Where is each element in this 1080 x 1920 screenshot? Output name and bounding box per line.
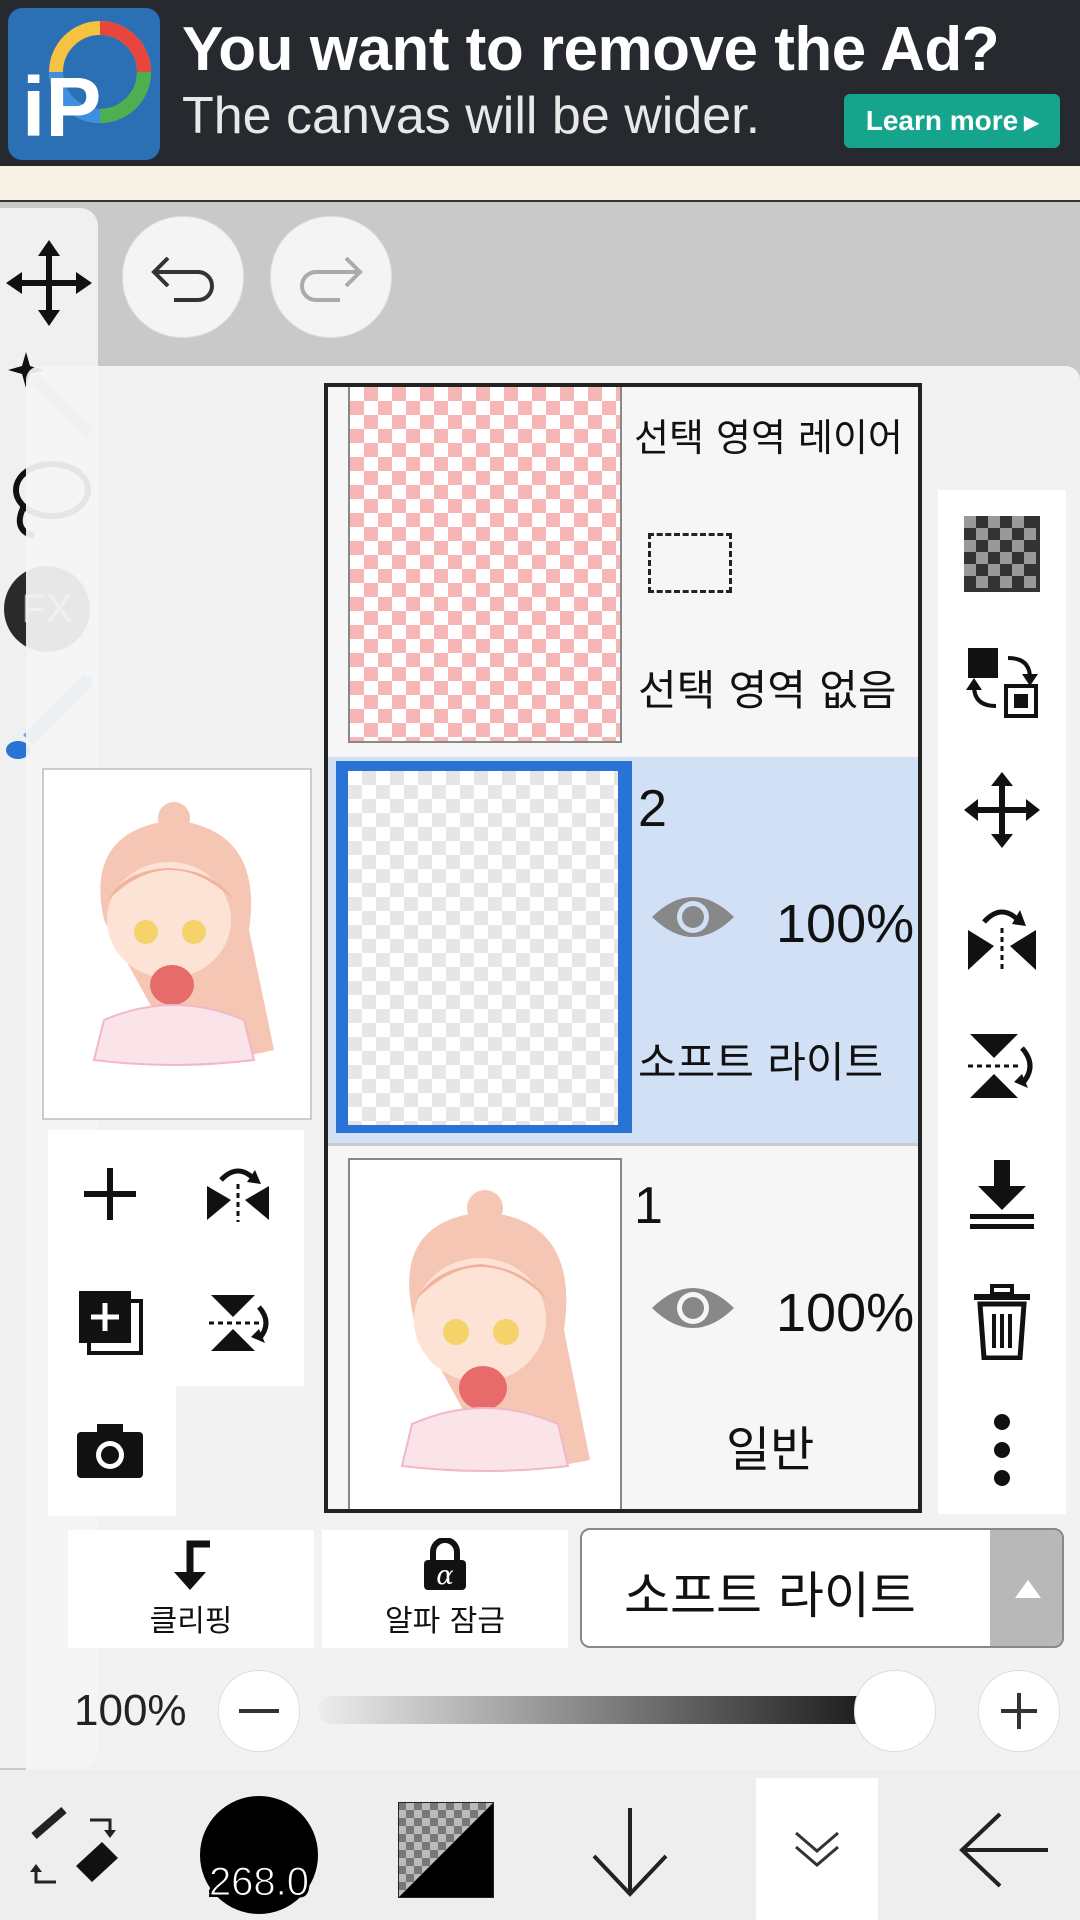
learn-more-label: Learn more — [865, 105, 1019, 136]
swap-layers-icon — [966, 648, 1038, 718]
selection-layer-thumbnail — [348, 387, 622, 743]
clipping-button[interactable]: 클리핑 — [68, 1530, 314, 1648]
canvas-preview[interactable] — [42, 768, 312, 1120]
ad-title: You want to remove the Ad? — [182, 15, 1000, 84]
arrow-left-icon — [959, 1812, 1048, 1888]
flip-vertical-button[interactable] — [178, 1262, 298, 1382]
opacity-slider-knob[interactable] — [854, 1670, 936, 1752]
trash-icon — [974, 1284, 1030, 1360]
artwork-thumbnail-icon — [400, 1190, 590, 1472]
layer-2-visibility-eye-icon[interactable] — [648, 887, 738, 952]
undo-icon — [151, 256, 214, 302]
double-chevron-down-icon — [795, 1831, 839, 1867]
brush-eraser-swap-button[interactable] — [26, 1806, 122, 1901]
color-picker-button[interactable] — [397, 1801, 495, 1903]
ad-divider-strip — [0, 166, 1080, 202]
alpha-lock-button[interactable]: α 알파 잠금 — [322, 1530, 568, 1648]
merge-down-button[interactable] — [962, 1154, 1042, 1234]
brush-size-value: 268.0 — [208, 1860, 310, 1905]
selection-layer-row[interactable]: 선택 영역 레이어 선택 영역 없음 — [328, 387, 918, 760]
add-layer-button[interactable] — [50, 1134, 170, 1254]
move-icon — [964, 772, 1040, 848]
layer-list[interactable]: 선택 영역 레이어 선택 영역 없음 2 100% 소프트 라이트 1 100%… — [324, 383, 922, 1513]
selection-status: 선택 영역 없음 — [638, 666, 897, 715]
svg-text:iP: iP — [22, 60, 101, 154]
back-button[interactable] — [956, 1810, 1052, 1895]
undo-button[interactable] — [122, 216, 244, 338]
bottom-toolbar: 268.0 — [0, 1770, 1080, 1920]
layer-1-visibility-eye-icon[interactable] — [648, 1278, 738, 1343]
ibispaint-logo-icon: iP — [8, 8, 160, 160]
layer-1-thumbnail — [348, 1158, 622, 1509]
alpha-lock-icon: α — [424, 1538, 466, 1591]
flip-vertical-icon — [968, 1034, 1033, 1098]
plus-icon — [1001, 1693, 1037, 1729]
svg-text:α: α — [436, 1561, 454, 1591]
ad-banner[interactable]: iP You want to remove the Ad? The canvas… — [0, 0, 1080, 166]
flip-horizontal-button[interactable] — [178, 1134, 298, 1254]
blend-mode-select[interactable]: 소프트 라이트 — [580, 1528, 1064, 1648]
transparent-fill-button[interactable] — [962, 514, 1042, 594]
layer-2-blend-mode: 소프트 라이트 — [638, 1038, 884, 1087]
opacity-slider-track[interactable] — [318, 1696, 894, 1724]
opacity-decrease-button[interactable] — [218, 1670, 300, 1752]
flip-horizontal-icon — [968, 909, 1036, 972]
artwork-thumbnail-icon — [44, 770, 306, 1114]
import-photo-button[interactable] — [50, 1390, 170, 1510]
selection-rectangle-icon — [648, 533, 732, 593]
flip-layer-vertical-button[interactable] — [962, 1026, 1042, 1106]
layer-row-1[interactable]: 1 100% 일반 — [328, 1143, 918, 1509]
arrow-down-icon — [592, 1808, 668, 1897]
minus-icon — [239, 1709, 279, 1713]
ad-subtitle: The canvas will be wider. — [182, 87, 761, 145]
add-copy-icon — [79, 1291, 143, 1355]
move-layer-button[interactable] — [962, 770, 1042, 850]
learn-more-button[interactable]: Learn more ▸ — [844, 94, 1060, 148]
plus-icon — [84, 1168, 136, 1220]
camera-icon — [77, 1424, 143, 1478]
layer-panel-toggle-button[interactable] — [756, 1778, 878, 1920]
selection-layer-name: 선택 영역 레이어 — [634, 416, 903, 460]
layer-2-opacity: 100% — [776, 894, 915, 954]
checkerboard-icon — [964, 516, 1040, 592]
flip-layer-horizontal-button[interactable] — [962, 898, 1042, 978]
opacity-value: 100% — [74, 1686, 187, 1735]
merge-down-icon — [970, 1160, 1034, 1229]
layer-down-button[interactable] — [588, 1804, 672, 1905]
chevron-right-icon: ▸ — [1024, 105, 1039, 137]
triangle-up-icon — [1015, 1580, 1041, 1598]
layer-2-thumbnail — [348, 771, 618, 1125]
redo-button[interactable] — [270, 216, 392, 338]
layer-1-opacity: 100% — [776, 1283, 915, 1343]
alpha-lock-label: 알파 잠금 — [385, 1604, 505, 1639]
brush-eraser-swap-icon — [30, 1806, 118, 1884]
swap-layer-button[interactable] — [962, 642, 1042, 722]
color-swatch-icon — [397, 1801, 495, 1899]
flip-vertical-icon — [209, 1295, 269, 1351]
layer-2-number: 2 — [638, 780, 667, 838]
layer-tools-bar — [938, 490, 1066, 1514]
opacity-increase-button[interactable] — [978, 1670, 1060, 1752]
more-options-button[interactable] — [962, 1410, 1042, 1490]
layer-row-2[interactable]: 2 100% 소프트 라이트 — [328, 757, 918, 1143]
layer-1-blend-mode: 일반 — [726, 1422, 815, 1478]
redo-icon — [300, 256, 363, 302]
blend-mode-value: 소프트 라이트 — [624, 1567, 916, 1625]
move-tool-icon[interactable] — [4, 238, 94, 333]
add-layer-copy-button[interactable] — [50, 1262, 170, 1382]
flip-horizontal-icon — [207, 1168, 269, 1222]
brush-size-button[interactable]: 268.0 — [200, 1796, 318, 1914]
blend-mode-dropdown-toggle[interactable] — [990, 1530, 1062, 1646]
layer-1-number: 1 — [634, 1177, 663, 1235]
clipping-label: 클리핑 — [149, 1604, 233, 1639]
delete-layer-button[interactable] — [962, 1282, 1042, 1362]
clipping-arrow-icon — [174, 1540, 210, 1590]
more-vertical-icon — [994, 1414, 1010, 1486]
